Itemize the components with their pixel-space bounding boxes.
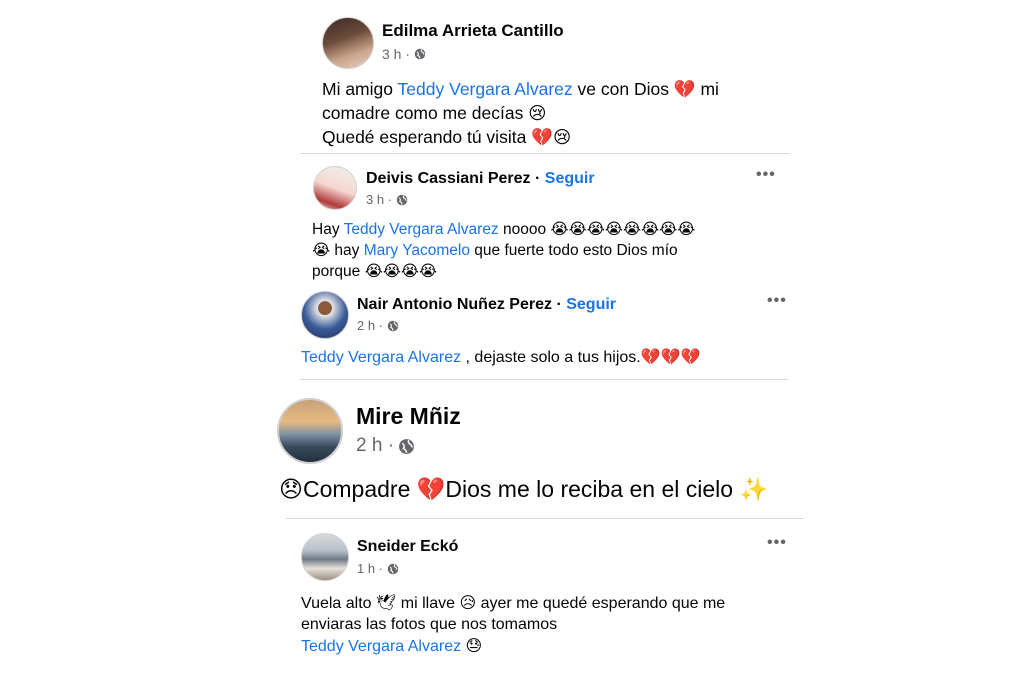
globe-icon (387, 320, 399, 331)
avatar[interactable] (277, 398, 343, 464)
comment-text: mi (695, 79, 719, 99)
comment-line: comadre como me decías 😢 (322, 102, 719, 126)
comment-line: porque 😭😭😭😭 (312, 261, 695, 282)
comment-line: Vuela alto 🕊 mi llave 😥 ayer me quedé es… (301, 592, 725, 614)
emoji: 💔 (416, 477, 446, 503)
comment-text: enviaras las fotos que nos tomamos (301, 616, 558, 633)
author-name[interactable]: Mire Mñiz (356, 403, 461, 430)
divider (300, 379, 788, 380)
comment-line: Hay Teddy Vergara Alvarez noooo 😭😭😭😭😭😭😭😭 (312, 219, 695, 240)
comment-text: Mi amigo (322, 79, 398, 99)
comment-text: Quedé esperando tú visita (322, 127, 532, 147)
more-options-icon[interactable]: ••• (767, 292, 787, 310)
comment-text: noooo (498, 221, 551, 238)
divider (286, 518, 804, 519)
avatar[interactable] (322, 17, 374, 69)
comment-text: Vuela alto (301, 595, 377, 612)
author-name[interactable]: Nair Antonio Nuñez Perez (357, 296, 552, 313)
mention-link[interactable]: Teddy Vergara Alvarez (301, 349, 461, 366)
comment-line: enviaras las fotos que nos tomamos (301, 614, 725, 635)
author-name[interactable]: Edilma Arrieta Cantillo (382, 21, 564, 41)
emoji: 😭😭😭😭😭😭😭😭 (550, 220, 696, 238)
globe-icon (414, 48, 426, 60)
emoji: ✨ (739, 477, 769, 503)
comment-text: porque (312, 263, 365, 280)
time-text[interactable]: 1 h · (357, 561, 383, 576)
timestamp: 2 h · (356, 435, 415, 457)
comment-body: Mi amigo Teddy Vergara Alvarez ve con Di… (322, 78, 719, 150)
emoji: 😞 (279, 477, 303, 503)
emoji: 😥 (459, 593, 477, 612)
globe-icon (387, 563, 399, 574)
globe-icon (399, 438, 414, 454)
timestamp: 3 h · (366, 192, 408, 207)
comment-text: , dejaste solo a tus hijos. (461, 349, 641, 366)
comment-text: ayer me quedé esperando que me (476, 595, 726, 612)
comment-text: mi llave (396, 595, 460, 612)
comment-text: que fuerte todo esto Dios mío (469, 242, 678, 259)
mention-link[interactable]: Teddy Vergara Alvarez (301, 638, 461, 655)
avatar[interactable] (301, 533, 349, 581)
comment-text: Dios me lo reciba en el cielo (445, 476, 740, 502)
comment-body: Hay Teddy Vergara Alvarez noooo 😭😭😭😭😭😭😭😭… (312, 219, 695, 282)
comment-line: Teddy Vergara Alvarez , dejaste solo a t… (301, 346, 701, 369)
comment-text: comadre como me decías (322, 103, 529, 123)
emoji: 😭😭😭😭 (364, 262, 438, 280)
globe-icon (396, 194, 408, 205)
emoji: 😓 (465, 636, 483, 655)
timestamp: 3 h · (382, 46, 426, 62)
emoji: 💔 (673, 80, 696, 100)
emoji: 😢 (528, 104, 547, 124)
mention-link[interactable]: Mary Yacomelo (364, 242, 470, 259)
emoji: 🕊 (376, 593, 397, 612)
comment-body: Teddy Vergara Alvarez , dejaste solo a t… (301, 346, 701, 369)
comment-text: Hay (312, 221, 344, 238)
timestamp: 2 h · (357, 318, 399, 333)
comment-body: Vuela alto 🕊 mi llave 😥 ayer me quedé es… (301, 592, 725, 657)
emoji: 💔💔💔 (640, 347, 701, 366)
comment-line: Quedé esperando tú visita 💔😢 (322, 126, 719, 150)
comment-line: 😞Compadre 💔Dios me lo reciba en el cielo… (279, 474, 768, 505)
divider (300, 153, 790, 154)
avatar[interactable] (313, 166, 357, 210)
emoji: 💔😢 (531, 128, 572, 148)
emoji: 😭 (312, 241, 331, 259)
comment-text: Compadre (302, 476, 417, 502)
time-text[interactable]: 3 h · (382, 46, 410, 62)
time-text[interactable]: 2 h · (357, 318, 383, 333)
more-options-icon[interactable]: ••• (756, 166, 776, 184)
author-name-row: Deivis Cassiani Perez · Seguir (366, 170, 595, 187)
time-text[interactable]: 2 h · (356, 435, 394, 457)
author-name-row: Nair Antonio Nuñez Perez · Seguir (357, 296, 617, 313)
mention-link[interactable]: Teddy Vergara Alvarez (344, 221, 499, 238)
comment-body: 😞Compadre 💔Dios me lo reciba en el cielo… (279, 474, 768, 505)
follow-button[interactable]: Seguir (566, 296, 616, 313)
more-options-icon[interactable]: ••• (767, 534, 787, 552)
comment-text: ve con Dios (572, 79, 674, 99)
avatar[interactable] (301, 291, 349, 339)
author-name[interactable]: Deivis Cassiani Perez (366, 170, 531, 187)
comment-text: hay (330, 242, 364, 259)
follow-button[interactable]: Seguir (545, 170, 595, 187)
timestamp: 1 h · (357, 561, 399, 576)
comment-line: Teddy Vergara Alvarez 😓 (301, 635, 725, 657)
author-name[interactable]: Sneider Eckó (357, 538, 458, 556)
comment-line: Mi amigo Teddy Vergara Alvarez ve con Di… (322, 78, 719, 102)
mention-link[interactable]: Teddy Vergara Alvarez (398, 79, 573, 99)
comment-line: 😭 hay Mary Yacomelo que fuerte todo esto… (312, 240, 695, 261)
time-text[interactable]: 3 h · (366, 192, 392, 207)
